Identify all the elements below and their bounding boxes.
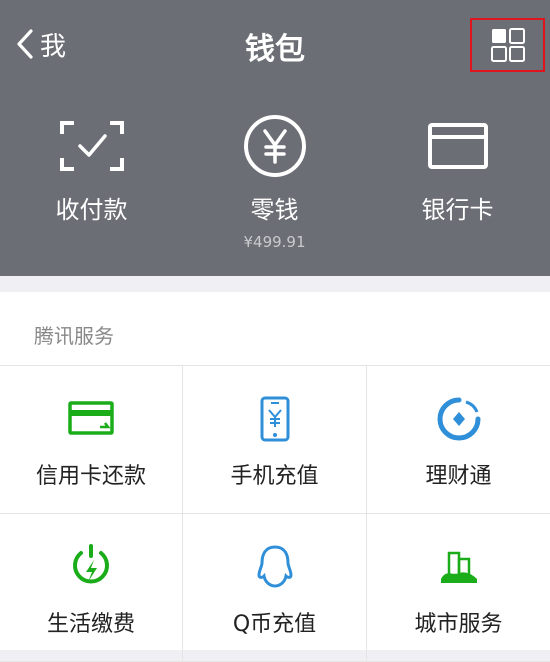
service-label: 手机充值: [230, 464, 319, 489]
wealth-icon: [437, 397, 480, 441]
service-label: 生活缴费: [46, 612, 135, 637]
services-grid: 信用卡还款 手机充值 理财通 生活缴费 Q币充值 城市服务: [0, 365, 550, 662]
wallet-item-pay[interactable]: 收付款: [0, 110, 183, 251]
city-service-icon: [440, 551, 477, 583]
service-qq-coin[interactable]: Q币充值: [183, 514, 367, 662]
service-credit-card-repay[interactable]: 信用卡还款: [0, 366, 183, 514]
wallet-item-change[interactable]: 零钱 ¥499.91: [183, 110, 366, 251]
phone-recharge-icon: [260, 396, 289, 442]
wallet-item-bank-card[interactable]: 银行卡: [366, 110, 549, 251]
wallet-item-label: 零钱: [250, 196, 299, 224]
qq-coin-icon: [256, 545, 293, 588]
service-label: 城市服务: [414, 612, 503, 637]
bank-card-icon: [427, 123, 488, 169]
page-title: 钱包: [245, 32, 305, 67]
menu-button[interactable]: [470, 18, 545, 72]
scan-pay-icon: [59, 121, 124, 171]
nav-bar: 我 钱包: [0, 0, 550, 88]
service-label: Q币充值: [232, 612, 317, 637]
balance-amount: ¥499.91: [243, 233, 306, 251]
yuan-coin-icon: [243, 115, 306, 177]
service-phone-recharge[interactable]: 手机充值: [183, 366, 367, 514]
service-label: 信用卡还款: [35, 464, 146, 489]
utility-bill-icon: [73, 544, 109, 584]
section-title: 腾讯服务: [34, 324, 114, 348]
wallet-header: 我 钱包 收付款 零钱 ¥499.91 银行卡: [0, 0, 550, 276]
service-utility-bill[interactable]: 生活缴费: [0, 514, 183, 662]
service-wealth[interactable]: 理财通: [367, 366, 550, 514]
wallet-items: 收付款 零钱 ¥499.91 银行卡: [0, 110, 550, 251]
credit-card-repay-icon: [68, 401, 114, 435]
wallet-item-label: 银行卡: [421, 196, 494, 224]
wallet-item-label: 收付款: [55, 196, 128, 224]
service-label: 理财通: [425, 464, 492, 489]
service-city[interactable]: 城市服务: [367, 514, 550, 662]
services-panel: 腾讯服务 信用卡还款 手机充值 理财通 生活缴费 Q币充值 城市服务: [0, 292, 550, 662]
grid-menu-icon: [490, 28, 525, 62]
